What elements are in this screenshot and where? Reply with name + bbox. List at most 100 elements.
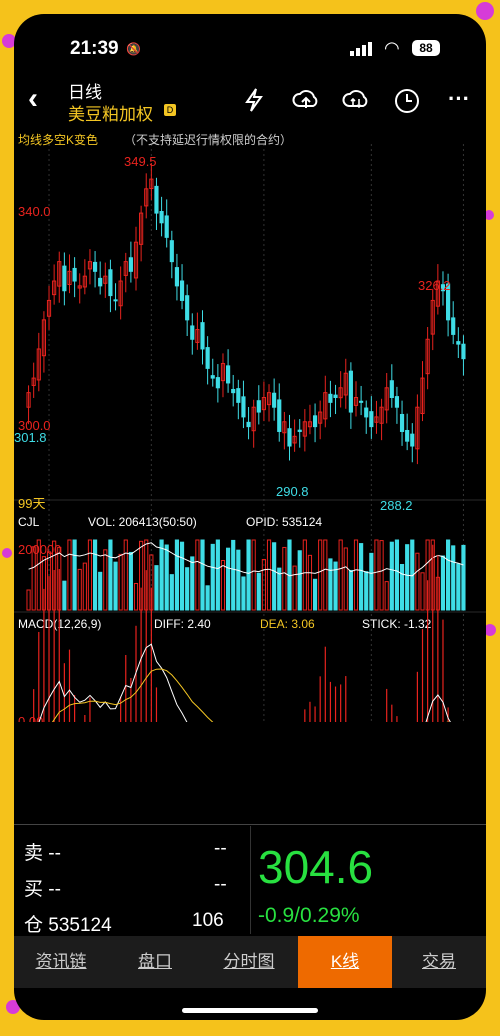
volume-bar [77, 568, 82, 611]
home-indicator [182, 1008, 318, 1013]
candle-body [169, 240, 174, 263]
open-interest-label: OPID: 535124 [246, 515, 322, 529]
volume-bar [200, 539, 205, 611]
volume-bar [307, 554, 313, 611]
volume-bar [461, 544, 466, 611]
candle-body [451, 317, 456, 335]
decor-dot [2, 548, 12, 558]
volume-bar [62, 580, 67, 611]
wifi-icon: ◠ [384, 38, 400, 58]
axis-label-301: 301.8 [14, 430, 47, 445]
tab-timeshare[interactable]: 分时图 [202, 936, 296, 988]
volume-bar [113, 561, 118, 611]
volume-bar [241, 576, 246, 611]
volume-bar [210, 543, 215, 611]
candle-body [410, 433, 415, 447]
tab-trade[interactable]: 交易 [392, 936, 486, 988]
sell-label: 卖 -- [24, 843, 61, 864]
volume-bar [328, 558, 333, 611]
candle-body [226, 365, 231, 384]
back-arrow-icon[interactable]: ‹ [28, 82, 38, 116]
candle-body [287, 428, 292, 447]
candle-body [389, 380, 394, 398]
candle-body [364, 407, 369, 418]
volume-bar [415, 552, 420, 611]
volume-bar [174, 539, 180, 611]
volume-bar [364, 571, 369, 611]
last-price: 304.6 [258, 841, 374, 893]
volume-bar [348, 569, 353, 611]
candle-body [62, 265, 67, 292]
volume-bar [215, 539, 220, 611]
candle-body [164, 215, 169, 238]
candle-body [92, 261, 98, 272]
macd-diff-label: DIFF: 2.40 [154, 617, 211, 631]
kline-chart[interactable]: 均线多空K变色 （不支持延迟行情权限的合约）349.5340.0300.0301.… [14, 122, 486, 722]
volume-bar [369, 552, 374, 611]
more-icon[interactable]: ··· [448, 86, 470, 112]
candle-body [215, 377, 220, 389]
candle-body [159, 211, 164, 224]
volume-bar [292, 565, 297, 611]
volume-bar [82, 562, 87, 611]
volume-bar [374, 539, 379, 611]
volume-bar [118, 553, 123, 611]
volume-bar [159, 539, 164, 611]
cloud-upload-icon[interactable] [292, 88, 320, 118]
volume-bar [185, 567, 190, 611]
volume-bar [297, 550, 302, 611]
candle-body [190, 325, 195, 340]
indicator-label: 均线多空K变色 [18, 132, 98, 147]
volume-bar [123, 539, 128, 611]
candle-body [405, 429, 410, 442]
candle-body [154, 185, 159, 214]
volume-bar [302, 539, 307, 611]
volume-bar [323, 539, 328, 611]
clock-icon[interactable] [394, 88, 420, 120]
macd-dea-label: DEA: 3.06 [260, 617, 315, 631]
volume-bar [108, 539, 113, 611]
lightning-icon[interactable] [244, 88, 264, 118]
volume-bar [190, 556, 195, 611]
candle-body [399, 413, 405, 432]
tab-kline[interactable]: K线 [298, 936, 392, 988]
tab-news-chain[interactable]: 资讯链 [14, 936, 108, 988]
open-interest-label: 仓 535124 [24, 915, 112, 936]
volume-bar [282, 546, 287, 611]
low-price-label: 290.8 [276, 484, 309, 499]
candle-body [277, 399, 282, 432]
buy-value: -- [214, 874, 227, 895]
volume-bar [226, 547, 231, 611]
volume-bar [220, 560, 226, 611]
volume-bar [164, 544, 169, 611]
open-interest-change: 106 [192, 910, 224, 931]
volume-bar [456, 563, 461, 611]
candle-body [456, 341, 461, 345]
candle-body [369, 411, 374, 428]
volume-bar [205, 585, 210, 611]
macd-stick-label: STICK: -1.32 [362, 617, 432, 631]
buy-label: 买 -- [24, 879, 61, 900]
volume-bar [338, 539, 343, 611]
status-bar: 21:39 🔕 ◠ 88 [14, 14, 486, 74]
tab-order-book[interactable]: 盘口 [108, 936, 202, 988]
price-change: -0.9/0.29% [258, 904, 360, 927]
candle-body [272, 392, 277, 408]
quote-panel: 卖 -- -- 买 -- -- 仓 535124 106 304.6 -0.9/… [14, 826, 486, 936]
volume-bar [154, 565, 159, 611]
high-price-label-2: 326.2 [418, 278, 451, 293]
cloud-sync-icon[interactable] [342, 88, 370, 118]
volume-bar [312, 578, 318, 611]
candle-body [241, 396, 246, 418]
volume-bar [87, 539, 93, 611]
candle-body [179, 280, 185, 301]
volume-bar [236, 549, 241, 611]
axis-label-340: 340.0 [18, 204, 51, 219]
candle-body [312, 415, 318, 428]
volume-bar [272, 542, 277, 611]
candle-body [98, 277, 103, 287]
days-label: 99天 [18, 496, 45, 511]
volume-bar [67, 539, 72, 611]
volume-bar [251, 539, 256, 611]
candle-body [461, 343, 466, 360]
